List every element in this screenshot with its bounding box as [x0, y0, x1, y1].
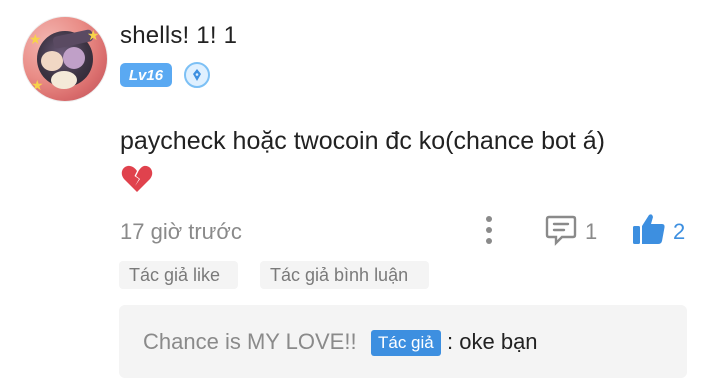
star-icon: ★: [29, 31, 42, 47]
avatar-face: [51, 71, 77, 89]
avatar-face: [63, 47, 85, 69]
star-icon: ★: [31, 77, 44, 93]
pen-icon: [193, 69, 201, 81]
reply-count[interactable]: 1: [585, 219, 597, 245]
author-like-tag: Tác giả like: [119, 261, 238, 289]
author-comment-tag: Tác giả bình luận: [260, 261, 429, 289]
comment-text: paycheck hoặc twocoin đc ko(chance bot á…: [120, 127, 605, 155]
star-icon: ★: [87, 27, 100, 43]
like-count[interactable]: 2: [673, 219, 685, 245]
reply-separator: :: [447, 329, 454, 354]
reply-icon[interactable]: [545, 214, 577, 246]
timestamp: 17 giờ trước: [120, 219, 242, 244]
broken-heart-icon: [121, 165, 153, 192]
username[interactable]: shells! 1! 1: [120, 22, 237, 50]
avatar[interactable]: ★ ★ ★: [22, 16, 108, 102]
pen-badge-icon[interactable]: [184, 62, 210, 88]
more-options-icon[interactable]: [478, 214, 500, 246]
reply-message: oke bạn: [459, 329, 538, 354]
avatar-face: [41, 51, 63, 71]
reply-text: : oke bạn: [447, 329, 538, 355]
author-chip: Tác giả: [371, 330, 441, 356]
thumbs-up-icon[interactable]: [632, 212, 666, 246]
reply-preview[interactable]: Chance is MY LOVE!! Tác giả : oke bạn: [119, 305, 687, 378]
reply-author[interactable]: Chance is MY LOVE!!: [143, 329, 357, 355]
level-badge[interactable]: Lv16: [120, 63, 172, 87]
